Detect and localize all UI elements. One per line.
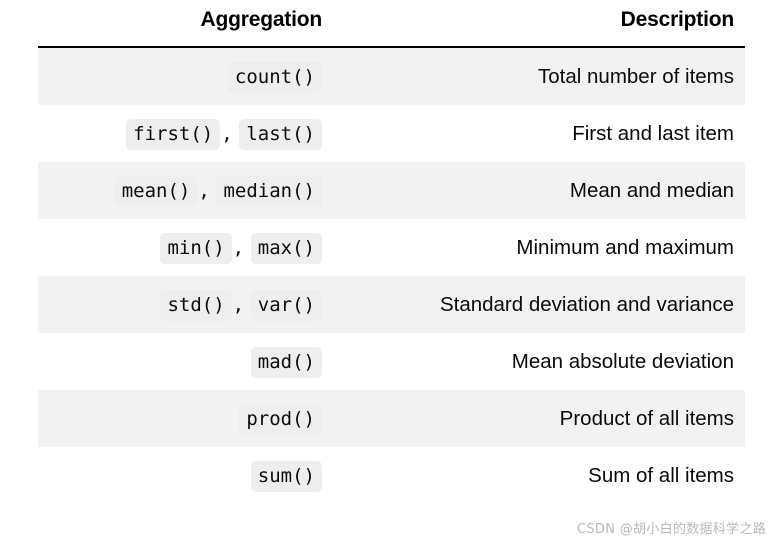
function-separator: ,	[198, 179, 210, 202]
function-separator: ,	[232, 236, 245, 259]
function-code-span: last()	[239, 118, 322, 150]
table-header: Aggregation Description	[38, 8, 745, 47]
cell-description: Standard deviation and variance	[439, 292, 734, 316]
function-separator: ,	[221, 122, 233, 145]
column-header-description: Description	[620, 8, 735, 31]
cell-description: Total number of items	[538, 64, 734, 88]
table-header-row: Aggregation Description	[38, 8, 745, 47]
function-code-span: var()	[250, 289, 322, 321]
cell-aggregation: std(), var()	[38, 276, 333, 333]
function-code-span: mean()	[114, 175, 198, 207]
table-row: count() Total number of items	[38, 47, 745, 105]
column-header-aggregation: Aggregation	[200, 8, 323, 31]
function-code-span: prod()	[239, 403, 322, 435]
table-row: sum() Sum of all items	[38, 447, 745, 504]
table-row: first(), last() First and last item	[38, 105, 745, 162]
table-row: mad() Mean absolute deviation	[38, 333, 745, 390]
function-code-span: first()	[126, 118, 221, 150]
cell-aggregation: first(), last()	[38, 105, 333, 162]
table-row: prod() Product of all items	[38, 390, 745, 447]
function-code-span: min()	[160, 232, 232, 264]
function-separator: ,	[232, 293, 245, 316]
function-code-span: std()	[160, 289, 232, 321]
cell-aggregation: sum()	[38, 447, 333, 504]
table-row: min(), max() Minimum and maximum	[38, 219, 745, 276]
cell-description: Minimum and maximum	[516, 235, 734, 259]
cell-description: Mean absolute deviation	[511, 349, 734, 373]
cell-aggregation: min(), max()	[38, 219, 333, 276]
cell-description: First and last item	[572, 121, 734, 145]
cell-aggregation: prod()	[38, 390, 333, 447]
cell-description: Mean and median	[569, 178, 734, 202]
aggregation-table: Aggregation Description count() Total num…	[38, 8, 745, 504]
function-code-span: sum()	[250, 460, 322, 492]
function-code-span: count()	[227, 61, 322, 93]
cell-description: Product of all items	[559, 406, 734, 430]
aggregation-table-container: Aggregation Description count() Total num…	[38, 8, 745, 504]
table-row: std(), var() Standard deviation and varia…	[38, 276, 745, 333]
function-code-span: mad()	[250, 346, 322, 378]
function-code-span: max()	[250, 232, 322, 264]
cell-aggregation: mean(), median()	[38, 162, 333, 219]
cell-aggregation: mad()	[38, 333, 333, 390]
table-row: mean(), median() Mean and median	[38, 162, 745, 219]
table-body: count() Total number of items first(), las…	[38, 47, 745, 504]
function-code-span: median()	[216, 175, 322, 207]
watermark-label: CSDN @胡小白的数据科学之路	[577, 522, 766, 537]
cell-description: Sum of all items	[588, 463, 734, 487]
cell-aggregation: count()	[38, 47, 333, 105]
